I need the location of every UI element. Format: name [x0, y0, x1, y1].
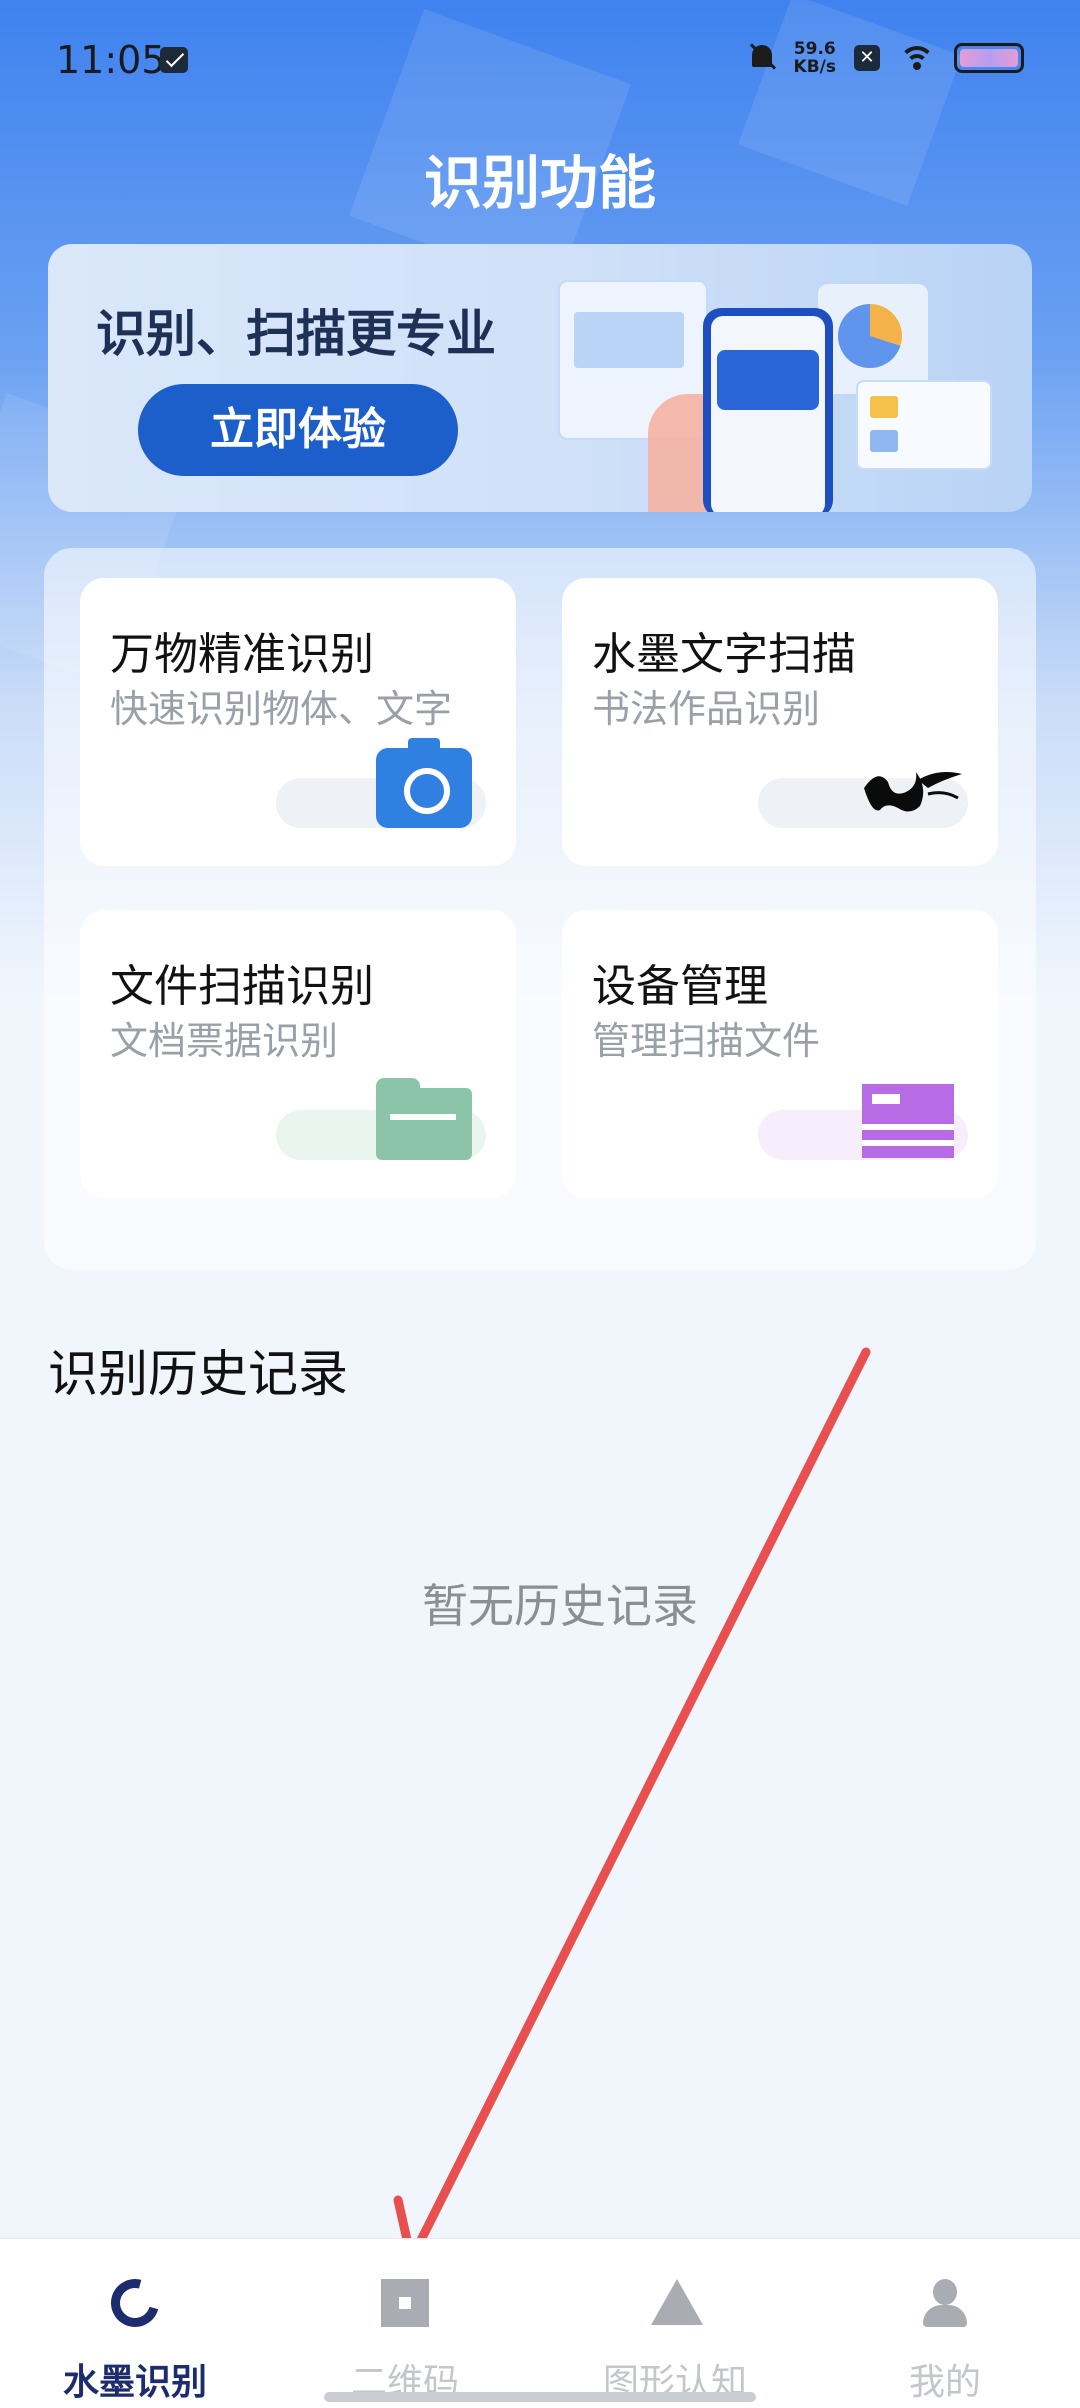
network-speed-unit: KB/s [793, 57, 836, 77]
banner-title: 识别、扫描更专业 [96, 305, 496, 363]
mountain-icon [651, 2279, 703, 2325]
nav-item-qr-code[interactable]: 二维码 [270, 2239, 540, 2408]
feature-subtitle: 文档票据识别 [110, 1019, 339, 1063]
feature-card-device-management[interactable]: 设备管理 管理扫描文件 [562, 910, 998, 1198]
user-icon [921, 2279, 969, 2327]
feature-title: 文件扫描识别 [110, 961, 374, 1012]
status-bar: 11:05 59.6 KB/s ✕ [0, 0, 1080, 130]
nav-label: 我的 [908, 2362, 981, 2403]
nav-item-shape-recognition[interactable]: 图形认知 [540, 2239, 810, 2408]
qr-code-icon [381, 2279, 429, 2327]
network-speed: 59.6 KB/s [794, 40, 836, 76]
try-now-button[interactable]: 立即体验 [138, 384, 458, 476]
feature-subtitle: 管理扫描文件 [592, 1019, 821, 1063]
mail-notification-icon [160, 47, 188, 73]
feature-title: 万物精准识别 [110, 629, 374, 680]
x-app-icon: ✕ [854, 45, 880, 71]
promo-banner[interactable]: 识别、扫描更专业 立即体验 [48, 244, 1032, 512]
muted-bell-icon [748, 43, 776, 73]
feature-card-object-recognition[interactable]: 万物精准识别 快速识别物体、文字 [80, 578, 516, 866]
status-icons: 59.6 KB/s ✕ [748, 40, 1024, 76]
ring-logo-icon [102, 2270, 168, 2336]
ink-brush-icon [864, 772, 962, 812]
feature-subtitle: 书法作品识别 [592, 687, 821, 731]
battery-icon [954, 43, 1024, 73]
network-speed-value: 59.6 [793, 39, 836, 59]
device-manage-icon [862, 1084, 954, 1158]
bottom-navigation: 水墨识别 二维码 图形认知 我的 [0, 2238, 1080, 2408]
wifi-icon [898, 44, 936, 72]
status-time: 11:05 [56, 38, 166, 82]
camera-icon [376, 738, 472, 828]
nav-item-ink-recognition[interactable]: 水墨识别 [0, 2239, 270, 2408]
feature-subtitle: 快速识别物体、文字 [110, 687, 453, 731]
page-title: 识别功能 [423, 149, 656, 217]
nav-label: 水墨识别 [62, 2362, 207, 2403]
history-empty-text: 暂无历史记录 [422, 1579, 698, 1633]
feature-card-file-scan[interactable]: 文件扫描识别 文档票据识别 [80, 910, 516, 1198]
feature-title: 水墨文字扫描 [592, 629, 856, 680]
folder-icon [376, 1078, 472, 1160]
feature-title: 设备管理 [592, 961, 768, 1012]
home-indicator[interactable] [324, 2392, 756, 2402]
feature-panel: 万物精准识别 快速识别物体、文字 水墨文字扫描 书法作品识别 文件扫描识别 文档… [44, 548, 1036, 1270]
history-section-title: 识别历史记录 [48, 1345, 348, 1403]
feature-card-ink-scan[interactable]: 水墨文字扫描 书法作品识别 [562, 578, 998, 866]
nav-item-mine[interactable]: 我的 [810, 2239, 1080, 2408]
